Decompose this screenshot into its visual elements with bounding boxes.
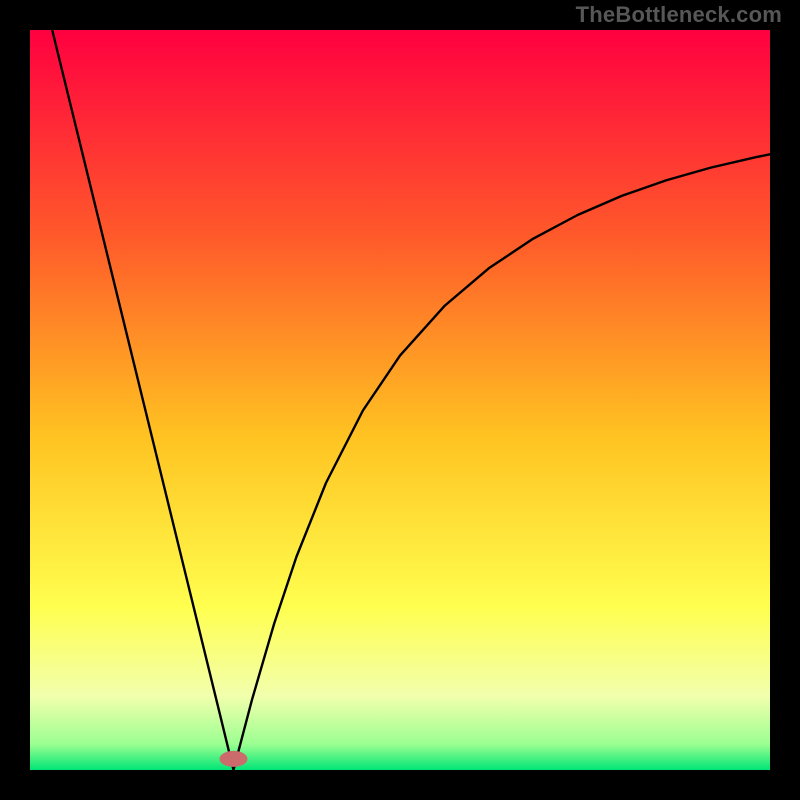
watermark-text: TheBottleneck.com: [576, 2, 782, 28]
plot-area: [30, 30, 770, 770]
chart-container: TheBottleneck.com: [0, 0, 800, 800]
bottleneck-chart: [0, 0, 800, 800]
min-marker: [220, 751, 248, 767]
